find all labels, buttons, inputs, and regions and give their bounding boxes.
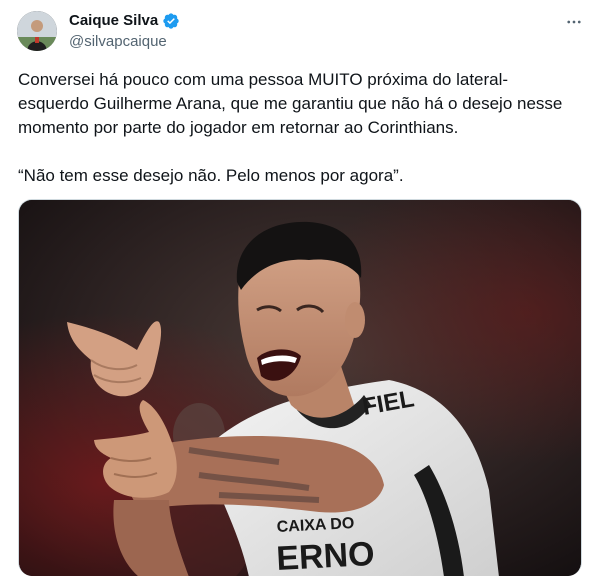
tweet-paragraph: “Não tem esse desejo não. Pelo menos por… — [18, 166, 404, 185]
tweet-text: Conversei há pouco com uma pessoa MUITO … — [18, 68, 578, 188]
tweet-paragraph: Conversei há pouco com uma pessoa MUITO … — [18, 70, 563, 137]
more-icon — [567, 20, 581, 24]
avatar-image — [17, 11, 57, 51]
author-name-row: Caique Silva — [69, 12, 180, 30]
author-handle[interactable]: @silvapcaique — [69, 33, 167, 51]
player-photo: FIEL CAIXA DO ERNO — [19, 200, 581, 576]
tweet-card: Caique Silva @silvapcaique Conversei há … — [0, 0, 598, 576]
author-display-name[interactable]: Caique Silva — [69, 12, 158, 30]
verified-badge-icon — [162, 12, 180, 30]
more-options-button[interactable] — [562, 12, 586, 32]
tweet-photo[interactable]: FIEL CAIXA DO ERNO — [18, 199, 582, 576]
avatar[interactable] — [17, 11, 57, 51]
shirt-bottom-text: ERNO — [275, 535, 375, 576]
